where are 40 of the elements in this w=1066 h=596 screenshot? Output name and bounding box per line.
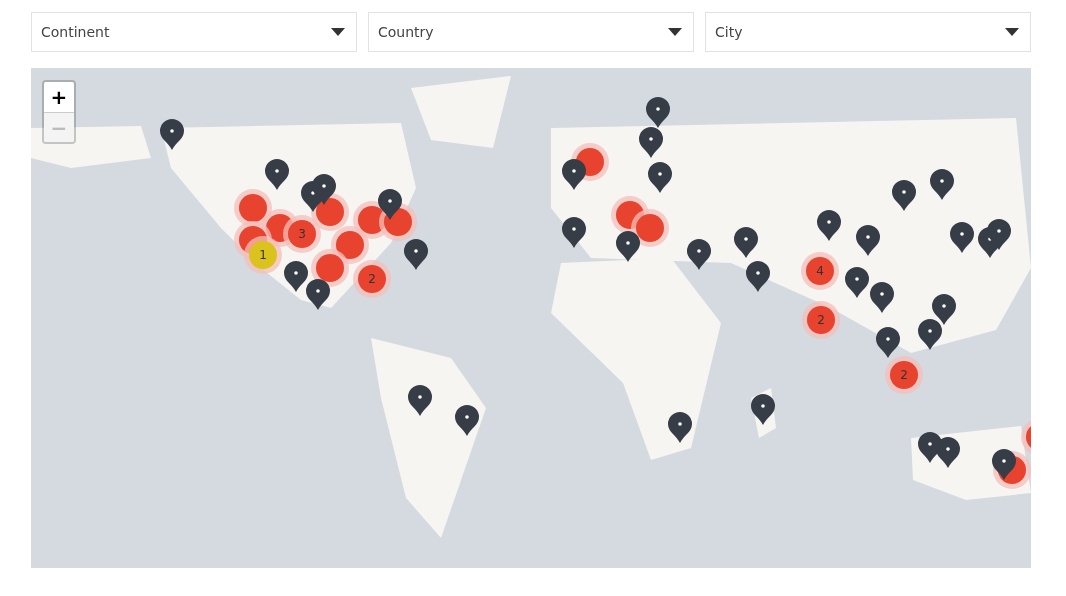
map-pin-icon[interactable]	[312, 174, 336, 205]
map-pin-icon[interactable]	[284, 261, 308, 292]
dropdown[interactable]: Continent	[31, 12, 357, 52]
map-pin-icon[interactable]	[306, 279, 330, 310]
map-pin-icon[interactable]	[870, 282, 894, 313]
map-pin-icon[interactable]	[616, 231, 640, 262]
map-pin-icon[interactable]	[562, 217, 586, 248]
map-pin-icon[interactable]	[160, 119, 184, 150]
map-pin-icon[interactable]	[856, 225, 880, 256]
map-pin-icon[interactable]	[378, 189, 402, 220]
map-pin-icon[interactable]	[936, 437, 960, 468]
map-pin-icon[interactable]	[987, 219, 1011, 250]
dropdown[interactable]: City	[705, 12, 1031, 52]
map-pin-icon[interactable]	[562, 159, 586, 190]
map-pin-icon[interactable]	[687, 239, 711, 270]
map-pin-icon[interactable]	[668, 412, 692, 443]
map-pin-icon[interactable]	[845, 267, 869, 298]
map-pin-icon[interactable]	[648, 162, 672, 193]
dropdown[interactable]: Country	[368, 12, 694, 52]
map-pin-icon[interactable]	[646, 97, 670, 128]
zoom-in-button[interactable]: +	[44, 82, 74, 112]
map-pin-icon[interactable]	[455, 405, 479, 436]
map-pin-icon[interactable]	[639, 127, 663, 158]
map-pin-icon[interactable]	[751, 394, 775, 425]
map-pin-icon[interactable]	[892, 180, 916, 211]
caret-icon	[668, 28, 682, 36]
caret-icon	[331, 28, 345, 36]
map-pin-icon[interactable]	[404, 239, 428, 270]
map-pin-icon[interactable]	[930, 169, 954, 200]
map-pin-icon[interactable]	[992, 449, 1016, 480]
map-pin-icon[interactable]	[817, 210, 841, 241]
map-pin-icon[interactable]	[950, 222, 974, 253]
map-pin-icon[interactable]	[734, 227, 758, 258]
map-pin-icon[interactable]	[746, 261, 770, 292]
caret-icon	[1005, 28, 1019, 36]
map-pin-icon[interactable]	[876, 327, 900, 358]
map-pin-icon[interactable]	[918, 319, 942, 350]
map-pin-icon[interactable]	[932, 294, 956, 325]
map-pin-icon[interactable]	[265, 159, 289, 190]
map-pin-icon[interactable]	[408, 385, 432, 416]
